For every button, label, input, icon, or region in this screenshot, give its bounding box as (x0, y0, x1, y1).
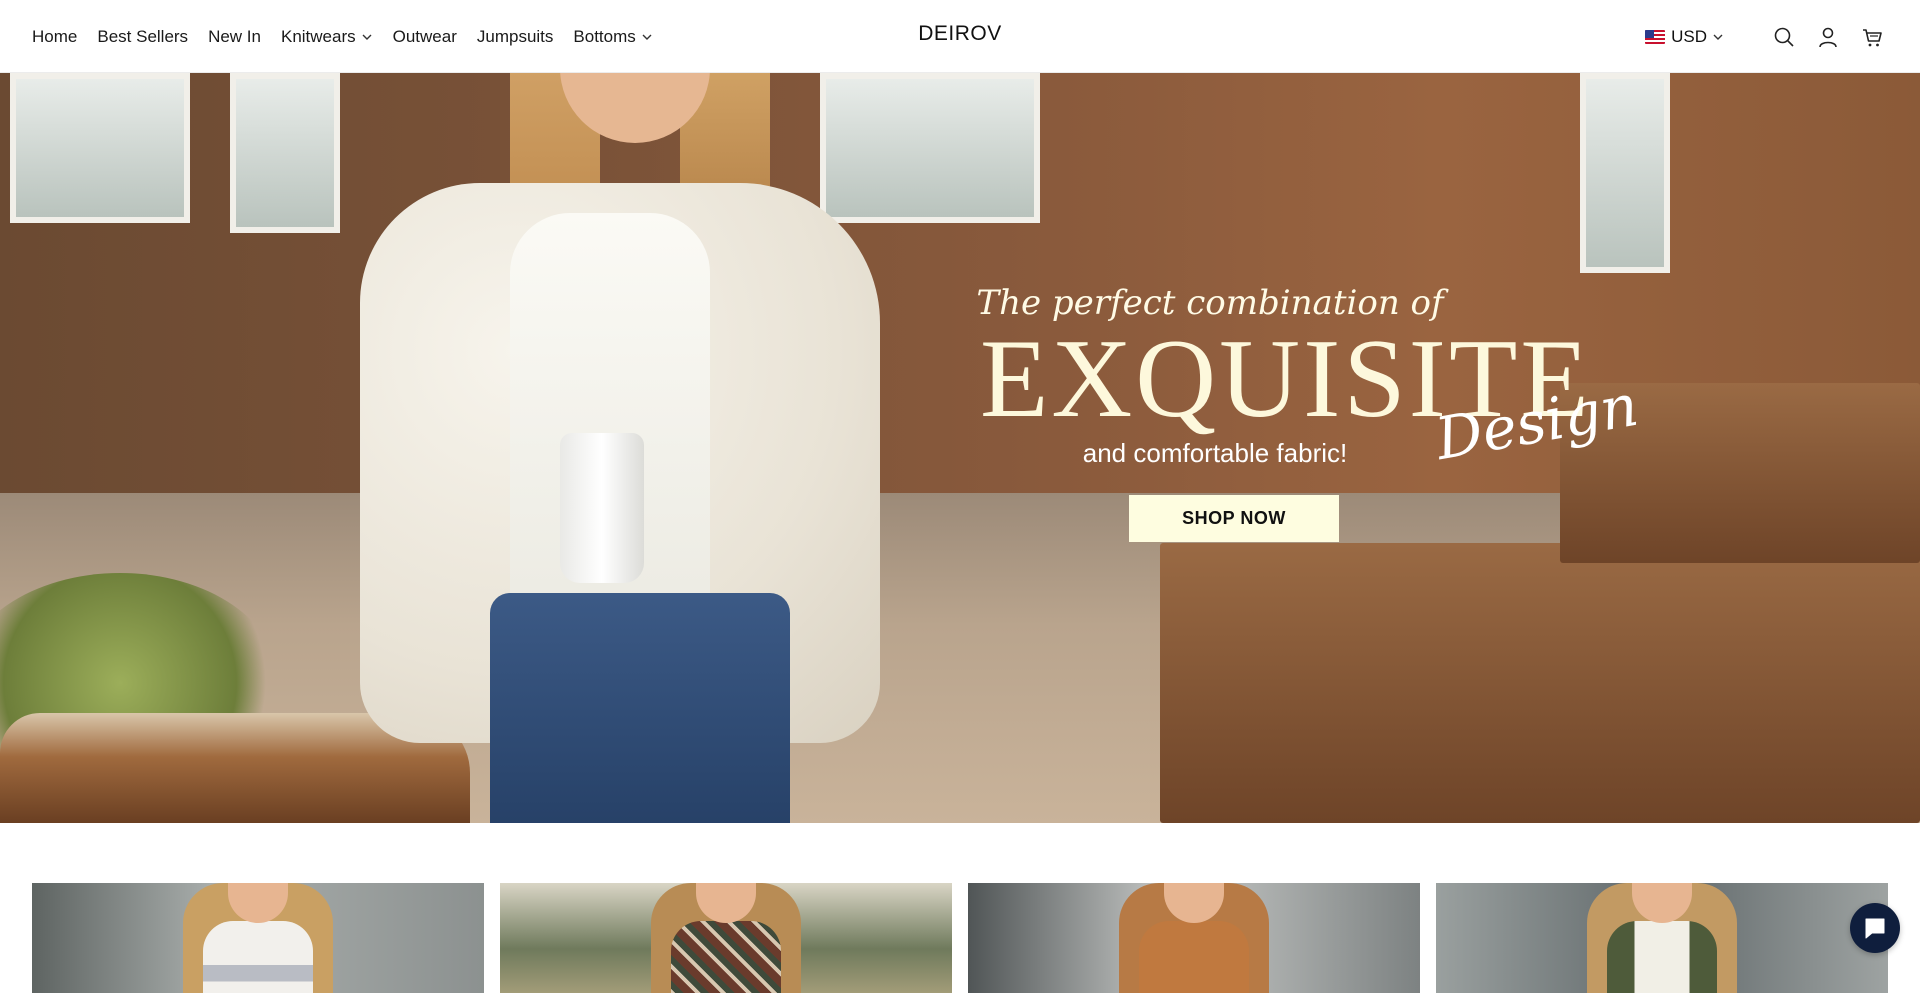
chat-bubble-icon (1865, 918, 1885, 939)
chevron-down-icon (362, 34, 372, 40)
cart-icon[interactable] (1860, 25, 1884, 49)
product-card[interactable] (968, 883, 1420, 993)
currency-selector[interactable]: USD (1645, 27, 1724, 47)
nav-item-label: Best Sellers (97, 26, 189, 46)
nav-item-label: Knitwears (280, 26, 356, 46)
nav-item-knitwears[interactable]: Knitwears (281, 27, 373, 47)
header-actions: USD (1645, 0, 1884, 73)
us-flag-icon (1645, 29, 1666, 44)
hero-model-image (340, 73, 900, 823)
product-card[interactable] (1436, 883, 1888, 993)
nav-item-label: Jumpsuits (476, 26, 554, 46)
nav-item-best-sellers[interactable]: Best Sellers (97, 27, 188, 47)
hero-banner[interactable]: The perfect combination of EXQUISITE Des… (0, 73, 1920, 823)
background-window (230, 73, 340, 233)
hero-subline: and comfortable fabric! (1082, 438, 1348, 468)
brand-logo[interactable]: DEIROV (918, 22, 1002, 45)
nav-item-outwear[interactable]: Outwear (393, 27, 457, 47)
nav-item-home[interactable]: Home (32, 27, 77, 47)
nav-item-label: Home (32, 26, 78, 46)
nav-item-new-in[interactable]: New In (208, 27, 261, 47)
chat-button[interactable] (1850, 903, 1900, 953)
nav-item-label: Outwear (392, 26, 457, 46)
shop-now-button[interactable]: SHOP NOW (1129, 495, 1339, 542)
hero-text-block: The perfect combination of EXQUISITE Des… (960, 73, 1643, 823)
chevron-down-icon (1713, 34, 1723, 40)
nav-item-jumpsuits[interactable]: Jumpsuits (477, 27, 554, 47)
product-grid (32, 883, 1888, 993)
chevron-down-icon (642, 34, 652, 40)
nav-item-bottoms[interactable]: Bottoms (573, 27, 652, 47)
background-window (10, 73, 190, 223)
nav-item-label: New In (208, 26, 261, 46)
nav-item-label: Bottoms (573, 26, 636, 46)
search-icon[interactable] (1772, 25, 1796, 49)
site-header: Home Best Sellers New In Knitwears Outwe… (0, 0, 1920, 73)
currency-label: USD (1671, 26, 1707, 46)
product-card[interactable] (500, 883, 952, 993)
main-nav: Home Best Sellers New In Knitwears Outwe… (32, 0, 673, 73)
account-icon[interactable] (1816, 25, 1840, 49)
product-card[interactable] (32, 883, 484, 993)
